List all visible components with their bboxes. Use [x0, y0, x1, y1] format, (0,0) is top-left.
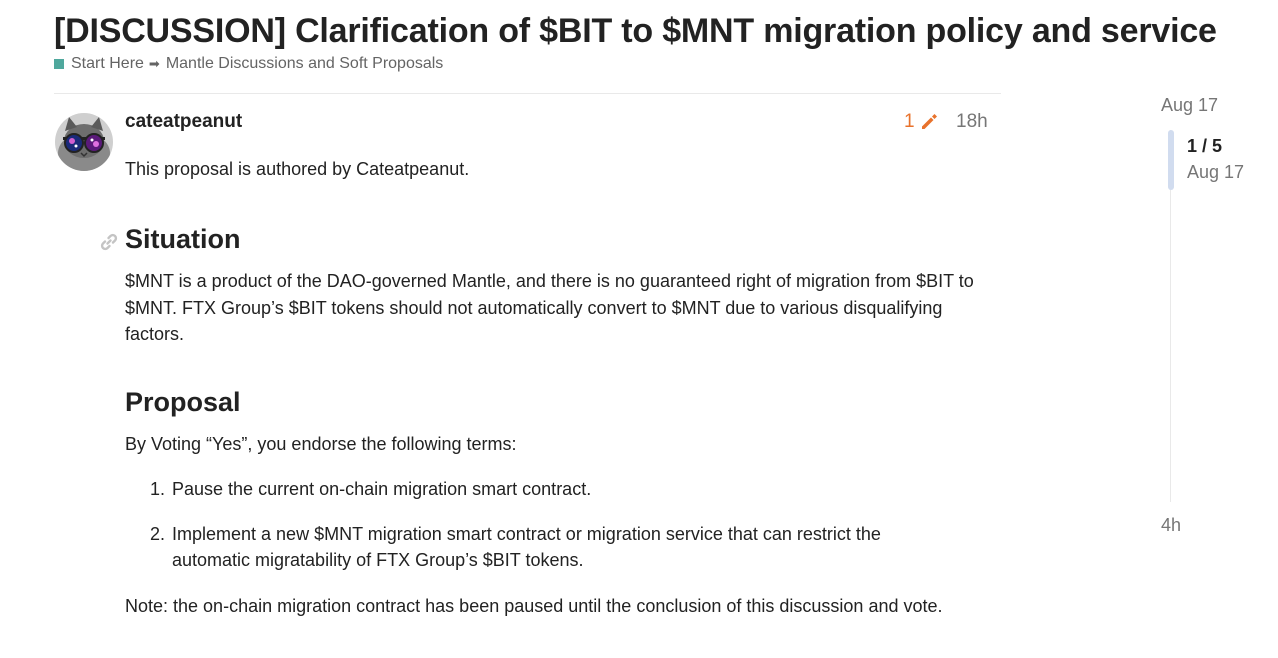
avatar[interactable] — [55, 113, 113, 171]
edit-history-button[interactable]: 1 — [904, 111, 939, 133]
timeline-handle[interactable] — [1168, 130, 1174, 190]
category-link[interactable]: Start Here — [71, 55, 144, 73]
list-item-text: Implement a new $MNT migration smart con… — [172, 523, 881, 571]
proposal-heading: Proposal — [125, 387, 241, 417]
breadcrumb: Start Here ➡ Mantle Discussions and Soft… — [54, 55, 443, 73]
timeline-start-date[interactable]: Aug 17 — [1161, 95, 1218, 116]
topic-title[interactable]: [DISCUSSION] Clarification of $BIT to $M… — [54, 12, 1217, 51]
header-divider — [54, 93, 1001, 94]
list-item-number: 2. — [150, 523, 166, 544]
subcategory-link[interactable]: Mantle Discussions and Soft Proposals — [166, 55, 443, 73]
breadcrumb-arrow-icon: ➡ — [148, 56, 160, 71]
list-item-text: Pause the current on-chain migration sma… — [172, 479, 592, 499]
pencil-icon — [921, 114, 937, 129]
situation-heading: Situation — [125, 224, 241, 254]
topic-page: [DISCUSSION] Clarification of $BIT to $M… — [0, 0, 1278, 658]
timeline-position: 1 / 5 — [1187, 136, 1223, 156]
list-item: 1. Pause the current on-chain migration … — [150, 476, 950, 503]
proposal-intro: By Voting “Yes”, you endorse the followi… — [125, 434, 517, 454]
post-intro: This proposal is authored by Cateatpeanu… — [125, 159, 470, 179]
category-color-badge — [54, 59, 64, 69]
list-item: 2. Implement a new $MNT migration smart … — [150, 521, 950, 574]
edit-count: 1 — [904, 111, 915, 132]
timeline-end-label[interactable]: 4h — [1161, 515, 1181, 536]
terms-list: 1. Pause the current on-chain migration … — [150, 476, 950, 592]
timeline-position-date: Aug 17 — [1187, 162, 1245, 182]
post-username[interactable]: cateatpeanut — [125, 111, 242, 133]
post-age[interactable]: 18h — [956, 111, 988, 133]
situation-text: $MNT is a product of the DAO-governed Ma… — [125, 271, 974, 344]
list-item-number: 1. — [150, 479, 166, 499]
link-icon[interactable] — [99, 232, 119, 252]
post-note: Note: the on-chain migration contract ha… — [125, 596, 943, 616]
